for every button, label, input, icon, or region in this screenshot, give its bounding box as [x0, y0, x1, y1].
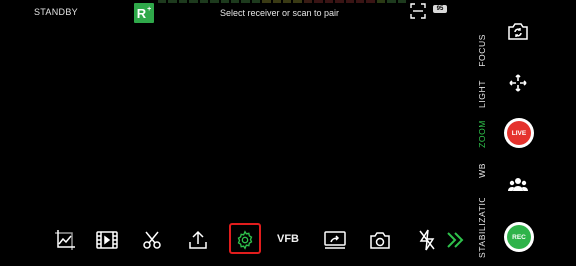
expand-arrows-icon[interactable]: [443, 228, 467, 252]
flash-off-icon[interactable]: [415, 228, 439, 252]
camera-icon[interactable]: [368, 228, 392, 252]
rec-label: REC: [507, 225, 531, 249]
wb-tab[interactable]: WB: [477, 163, 487, 178]
live-button[interactable]: LIVE: [504, 118, 534, 148]
clip-icon[interactable]: [95, 228, 119, 252]
vfb-button[interactable]: VFB: [277, 233, 299, 245]
screen-share-icon[interactable]: [323, 228, 347, 252]
live-label: LIVE: [507, 121, 531, 145]
app-logo: R +: [134, 3, 154, 23]
scissors-icon[interactable]: [140, 228, 164, 252]
battery-indicator: 95: [433, 5, 447, 13]
gimbal-icon[interactable]: [506, 71, 530, 95]
status-label: STANDBY: [34, 7, 78, 17]
light-tab[interactable]: LIGHT: [477, 80, 487, 108]
camera-flip-icon[interactable]: [506, 19, 530, 43]
stabilization-tab[interactable]: STABILIZATION: [477, 198, 487, 258]
group-icon[interactable]: [506, 173, 530, 197]
zoom-tab[interactable]: ZOOM: [477, 120, 487, 148]
audio-level-meter: [158, 0, 407, 3]
rec-button[interactable]: REC: [504, 222, 534, 252]
histogram-icon[interactable]: [53, 228, 77, 252]
gear-icon[interactable]: [233, 228, 257, 252]
focus-tab[interactable]: FOCUS: [477, 34, 487, 67]
qr-scan-icon[interactable]: [410, 3, 426, 19]
upload-icon[interactable]: [186, 228, 210, 252]
pair-message: Select receiver or scan to pair: [220, 8, 340, 18]
